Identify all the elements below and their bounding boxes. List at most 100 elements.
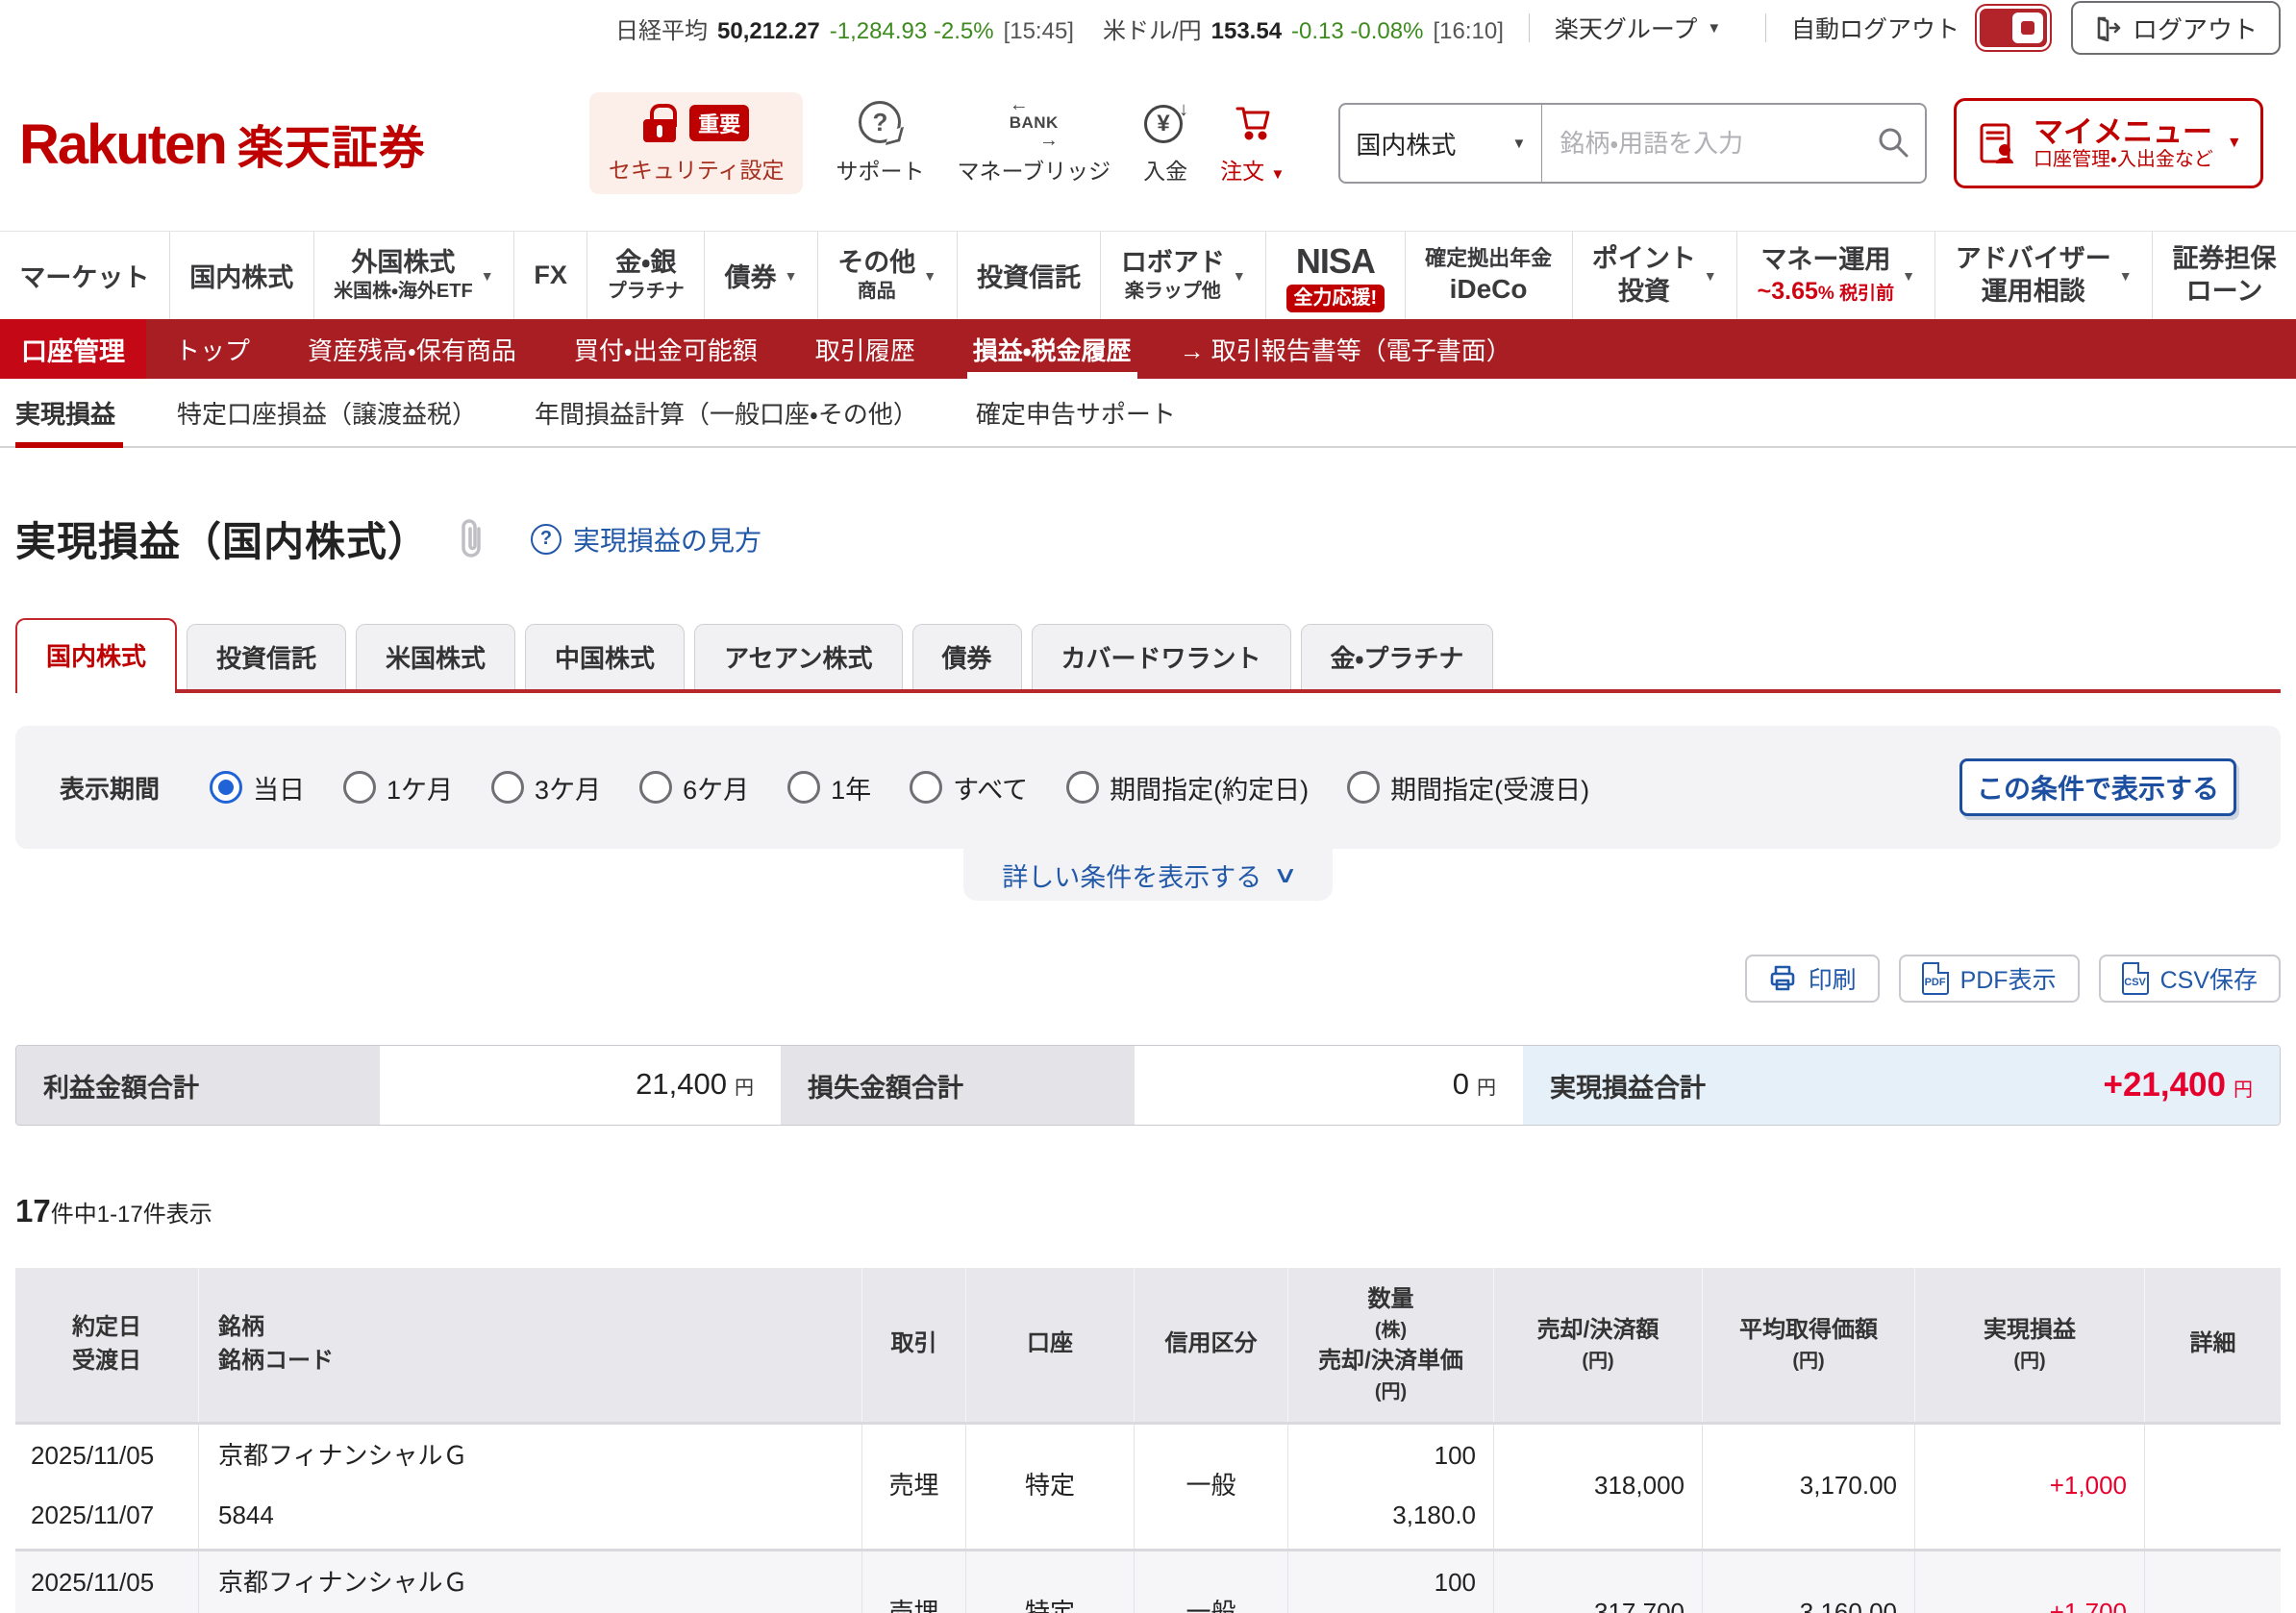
usdjpy-time: [16:10] xyxy=(1433,17,1504,44)
nikkei-time: [15:45] xyxy=(1003,17,1074,44)
important-badge: 重要 xyxy=(689,105,750,141)
site-header: Rakuten 楽天証券 重要 セキュリティ設定 ? サポート ← BANK → xyxy=(0,56,2296,231)
tab-china-stocks[interactable]: 中国株式 xyxy=(525,624,686,689)
global-nav-bonds[interactable]: 債券 ▼ xyxy=(704,232,817,319)
main-content: 実現損益（国内株式） ? 実現損益の見方 国内株式 投資信託 米国株式 中国株式… xyxy=(0,509,2296,1613)
auto-logout-toggle[interactable] xyxy=(1976,6,2050,50)
subnav-tokutei-account-pnl[interactable]: 特定口座損益（譲渡益税） xyxy=(148,379,506,446)
cart-icon xyxy=(1235,107,1270,140)
radio-3months[interactable]: 3ケ月 xyxy=(491,769,601,806)
cell-account: 特定 xyxy=(965,1551,1134,1613)
usdjpy-value: 153.54 xyxy=(1210,17,1283,44)
print-button[interactable]: 印刷 xyxy=(1744,955,1880,1003)
radio-all[interactable]: すべて xyxy=(910,769,1028,806)
tab-gold-platinum[interactable]: 金・プラチナ xyxy=(1300,624,1494,689)
radio-1year[interactable]: 1年 xyxy=(787,769,871,806)
rakuten-logo[interactable]: Rakuten 楽天証券 xyxy=(19,110,426,177)
mymenu-button[interactable]: マイメニュー 口座管理・入出金など ▼ xyxy=(1954,98,2264,188)
deposit-link[interactable]: ¥ ↓ 入金 xyxy=(1143,99,1188,186)
global-nav-nisa[interactable]: NISA 全力応援! xyxy=(1265,232,1405,319)
order-menu[interactable]: 注文 ▼ xyxy=(1220,101,1285,186)
col-header-qty: 数量 (株) 売却/決済単価 (円) xyxy=(1287,1268,1493,1422)
chevron-down-icon: ▼ xyxy=(2118,267,2133,284)
radio-range-settle-date[interactable]: 期間指定(受渡日) xyxy=(1347,769,1589,806)
tabs-underline xyxy=(15,689,2281,693)
account-nav-trade-history[interactable]: 取引履歴 xyxy=(786,319,944,379)
radio-today[interactable]: 当日 xyxy=(210,769,305,806)
search-input[interactable] xyxy=(1542,128,1878,159)
search-icon xyxy=(1879,128,1909,157)
radio-icon xyxy=(1066,771,1100,804)
nikkei-value: 50,212.27 xyxy=(717,17,820,44)
support-link[interactable]: ? サポート xyxy=(836,101,924,186)
account-nav-top[interactable]: トップ xyxy=(146,319,279,379)
chevron-down-icon: ▼ xyxy=(1707,19,1722,37)
apply-filter-button[interactable]: この条件で表示する xyxy=(1959,758,2236,816)
table-header: 約定日 受渡日 銘柄 銘柄コード 取引 口座 信用区分 数量 (株) 売却/決済単価(… xyxy=(15,1268,2281,1422)
usdjpy-quote: 米ドル/円 153.54 -0.13 -0.08% [16:10] xyxy=(1103,12,1504,45)
question-bubble-icon: ? xyxy=(859,101,902,143)
csv-icon: CSV xyxy=(2121,962,2149,995)
global-nav-collateral-loan[interactable]: 証券担保 ローン xyxy=(2152,232,2296,319)
tab-mutual-funds[interactable]: 投資信託 xyxy=(187,624,347,689)
logout-button[interactable]: ログアウト xyxy=(2070,1,2281,55)
tab-domestic-stocks[interactable]: 国内株式 xyxy=(15,618,178,693)
chevron-down-icon: ∨ xyxy=(1272,861,1299,888)
subnav-realized-pnl[interactable]: 実現損益 xyxy=(15,379,148,448)
search-button[interactable] xyxy=(1877,126,1909,161)
chevron-down-icon: ▼ xyxy=(1270,166,1285,183)
logout-icon xyxy=(2097,16,2121,41)
radio-1month[interactable]: 1ケ月 xyxy=(343,769,453,806)
lock-icon xyxy=(643,104,678,142)
radio-icon xyxy=(787,771,821,804)
tab-us-stocks[interactable]: 米国株式 xyxy=(356,624,516,689)
subnav-annual-pnl-calc[interactable]: 年間損益計算（一般口座・その他） xyxy=(506,379,947,446)
global-nav-gold-platinum[interactable]: 金・銀 プラチナ xyxy=(586,232,704,319)
global-nav-point-investment[interactable]: ポイント 投資 ▼ xyxy=(1571,232,1737,319)
nikkei-label: 日経平均 xyxy=(615,17,708,44)
global-nav-ideco[interactable]: 確定拠出年金 iDeCo xyxy=(1404,232,1572,319)
global-nav-roboadvisor[interactable]: ロボアド 楽ラップ他 ▼ xyxy=(1100,232,1265,319)
security-settings-link[interactable]: 重要 セキュリティ設定 xyxy=(588,92,804,194)
search-category-select[interactable]: 国内株式 ▼ xyxy=(1340,105,1543,182)
account-nav-pnl-tax-history[interactable]: 損益・税金履歴 xyxy=(944,319,1160,379)
radio-6months[interactable]: 6ケ月 xyxy=(639,769,749,806)
radio-icon xyxy=(1347,771,1381,804)
global-nav-other-products[interactable]: その他 商品 ▼ xyxy=(816,232,957,319)
global-nav-market[interactable]: マーケット xyxy=(0,232,169,319)
global-nav-mutual-funds[interactable]: 投資信託 xyxy=(956,232,1101,319)
account-nav-home[interactable]: 口座管理 xyxy=(0,319,146,379)
cell-pnl: +1,700 xyxy=(1914,1551,2144,1613)
rakuten-group-menu[interactable]: 楽天グループ ▼ xyxy=(1555,11,1721,45)
account-nav-buying-power[interactable]: 買付・出金可能額 xyxy=(545,319,786,379)
global-nav: マーケット 国内株式 外国株式 米国株・海外ETF ▼ FX 金・銀 プラチナ 債券… xyxy=(0,231,2296,319)
expand-detailed-conditions-link[interactable]: 詳しい条件を表示する ∨ xyxy=(963,849,1333,901)
result-count: 17 件中1-17件表示 xyxy=(15,1193,212,1228)
help-link[interactable]: ? 実現損益の見方 xyxy=(531,520,761,558)
account-nav-report-docs-link[interactable]: → 取引報告書等（電子書面） xyxy=(1160,319,1531,379)
global-nav-money-management[interactable]: マネー運用 ~3.65% 税引前 ▼ xyxy=(1736,232,1934,319)
nikkei-change: -1,284.93 -2.5% xyxy=(829,17,994,44)
global-nav-foreign-stocks[interactable]: 外国株式 米国株・海外ETF ▼ xyxy=(312,232,513,319)
paperclip-icon xyxy=(462,518,481,558)
tab-bonds[interactable]: 債券 xyxy=(911,624,1022,689)
csv-save-button[interactable]: CSV CSV保存 xyxy=(2098,955,2281,1003)
cell-name: 京都フィナンシャルＧ5844 xyxy=(198,1551,861,1613)
toggle-knob xyxy=(2011,12,2043,43)
pdf-view-button[interactable]: PDF PDF表示 xyxy=(1898,955,2080,1003)
subnav-tax-filing-support[interactable]: 確定申告サポート xyxy=(947,379,1205,446)
pnl-sub-nav: 実現損益 特定口座損益（譲渡益税） 年間損益計算（一般口座・その他） 確定申告サ… xyxy=(0,379,2296,448)
radio-range-trade-date[interactable]: 期間指定(約定日) xyxy=(1066,769,1309,806)
tab-asean-stocks[interactable]: アセアン株式 xyxy=(694,624,903,689)
global-nav-advisor[interactable]: アドバイザー 運用相談 ▼ xyxy=(1934,232,2152,319)
account-nav-assets[interactable]: 資産残高・保有商品 xyxy=(279,319,545,379)
loss-total-value: 0円 xyxy=(1135,1046,1523,1125)
rakuten-securities-realized-pnl-page: 日経平均 50,212.27 -1,284.93 -2.5% [15:45] 米… xyxy=(0,0,2296,1613)
tab-covered-warrants[interactable]: カバードワラント xyxy=(1031,624,1291,689)
global-nav-fx[interactable]: FX xyxy=(512,232,586,319)
global-nav-domestic-stocks[interactable]: 国内株式 xyxy=(168,232,313,319)
asset-class-tabs: 国内株式 投資信託 米国株式 中国株式 アセアン株式 債券 カバードワラント 金… xyxy=(15,618,2281,693)
logo-rakuten-text: Rakuten xyxy=(19,113,228,176)
moneybridge-link[interactable]: ← BANK → マネーブリッジ xyxy=(957,95,1111,186)
profit-total-label: 利益金額合計 xyxy=(16,1046,380,1125)
